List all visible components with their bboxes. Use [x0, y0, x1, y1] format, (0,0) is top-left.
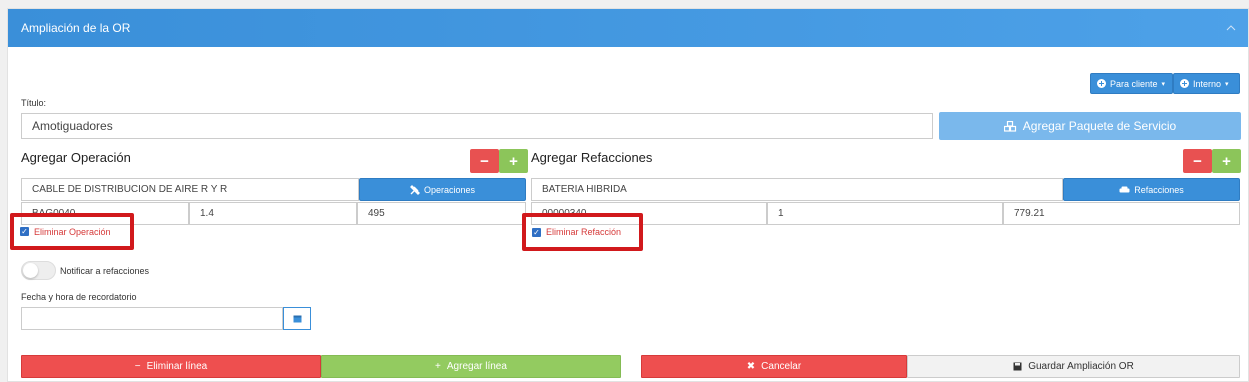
- guardar-button[interactable]: Guardar Ampliación OR: [907, 355, 1240, 378]
- caret-down-icon: ▾: [1161, 80, 1166, 88]
- para-cliente-label: Para cliente: [1110, 78, 1158, 89]
- eliminar-linea-label: Eliminar línea: [146, 361, 208, 372]
- interno-label: Interno: [1193, 78, 1222, 89]
- agregar-paquete-button[interactable]: Agregar Paquete de Servicio: [939, 112, 1241, 140]
- caret-down-icon: ▾: [1225, 80, 1229, 88]
- titulo-label: Título:: [21, 98, 47, 108]
- chevron-up-icon[interactable]: [1226, 23, 1236, 33]
- calendar-button[interactable]: [283, 307, 311, 330]
- operacion-minus-button[interactable]: −: [470, 149, 499, 173]
- operacion-price-input[interactable]: 495: [357, 202, 526, 225]
- operacion-qty-input[interactable]: 1.4: [189, 202, 357, 225]
- para-cliente-dropdown[interactable]: Para cliente ▾: [1090, 73, 1173, 94]
- plus-circle-icon: [1180, 79, 1189, 88]
- recordatorio-input[interactable]: [21, 307, 283, 330]
- ampliacion-panel: Ampliación de la OR Para cliente ▾ Inter…: [7, 8, 1249, 382]
- refacciones-search-button[interactable]: Refacciones: [1063, 178, 1240, 201]
- operacion-title: Agregar Operación: [21, 150, 131, 165]
- refacciones-title: Agregar Refacciones: [531, 150, 653, 165]
- notificar-label: Notificar a refacciones: [60, 266, 150, 276]
- operacion-plus-button[interactable]: +: [499, 149, 528, 173]
- cubes-icon: [1003, 120, 1016, 132]
- notificar-toggle[interactable]: [21, 261, 56, 280]
- checkbox-checked-icon: ✓: [532, 227, 541, 237]
- operacion-name-input[interactable]: CABLE DE DISTRIBUCION DE AIRE R Y R: [21, 178, 359, 201]
- refaccion-name-input[interactable]: BATERIA HIBRIDA: [531, 178, 1063, 201]
- cancelar-label: Cancelar: [761, 361, 802, 372]
- wrench-icon: [409, 184, 420, 195]
- refacciones-label: Refacciones: [1134, 184, 1184, 195]
- plus-icon: +: [435, 361, 441, 372]
- cancelar-button[interactable]: ✖ Cancelar: [641, 355, 907, 378]
- titulo-input[interactable]: Amotiguadores: [21, 113, 933, 139]
- eliminar-operacion-checkbox[interactable]: ✓ Eliminar Operación: [10, 213, 134, 250]
- panel-header: Ampliación de la OR: [8, 9, 1248, 47]
- close-icon: ✖: [746, 361, 756, 372]
- refaccion-qty-input[interactable]: 1: [767, 202, 1003, 225]
- minus-icon: −: [134, 361, 141, 372]
- cars-icon: [1119, 186, 1130, 192]
- checkbox-checked-icon: ✓: [20, 227, 29, 236]
- refacciones-minus-button[interactable]: −: [1183, 149, 1212, 173]
- eliminar-refaccion-checkbox[interactable]: ✓ Eliminar Refacción: [522, 213, 643, 251]
- interno-dropdown[interactable]: Interno ▾: [1173, 73, 1240, 94]
- eliminar-refaccion-label: Eliminar Refacción: [546, 227, 622, 237]
- refacciones-plus-button[interactable]: +: [1212, 149, 1241, 173]
- refaccion-price-input[interactable]: 779.21: [1003, 202, 1240, 225]
- operaciones-label: Operaciones: [423, 184, 476, 195]
- agregar-linea-button[interactable]: + Agregar línea: [321, 355, 621, 378]
- operaciones-search-button[interactable]: Operaciones: [359, 178, 526, 201]
- recordatorio-label: Fecha y hora de recordatorio: [21, 292, 137, 302]
- agregar-paquete-label: Agregar Paquete de Servicio: [1022, 119, 1177, 133]
- save-icon: [1013, 362, 1022, 371]
- guardar-label: Guardar Ampliación OR: [1028, 361, 1134, 372]
- panel-title: Ampliación de la OR: [21, 21, 131, 35]
- eliminar-operacion-label: Eliminar Operación: [34, 226, 111, 237]
- agregar-linea-label: Agregar línea: [446, 361, 507, 372]
- calendar-icon: [293, 315, 301, 323]
- plus-circle-icon: [1097, 79, 1106, 88]
- eliminar-linea-button[interactable]: − Eliminar línea: [21, 355, 321, 378]
